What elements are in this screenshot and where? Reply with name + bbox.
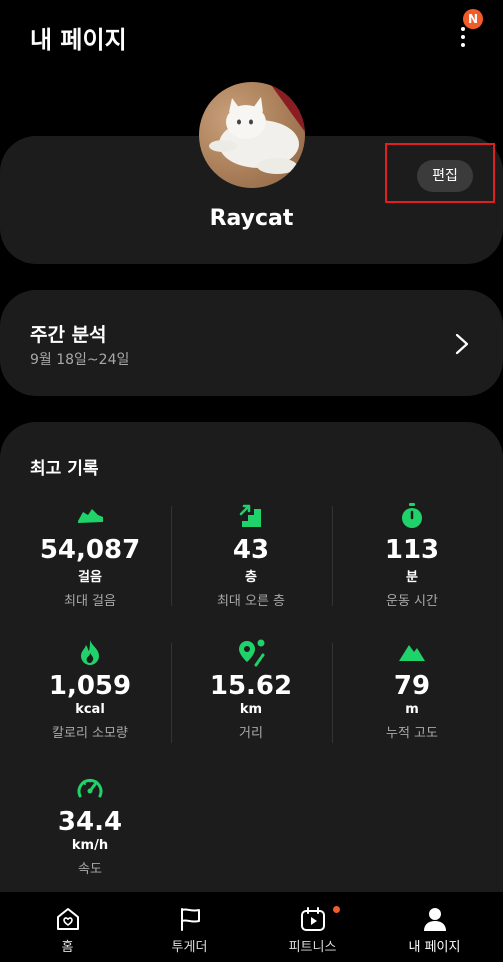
- nav-label: 피트니스: [288, 940, 337, 955]
- avatar-cat-image: [209, 82, 305, 174]
- shoe-icon: [78, 509, 103, 523]
- record-calories[interactable]: 1,059 kcal 칼로리 소모량: [10, 637, 170, 741]
- nav-label: 홈: [61, 940, 74, 955]
- best-records-title: 최고 기록: [30, 459, 99, 479]
- nav-label: 투게더: [171, 940, 208, 955]
- record-distance[interactable]: 15.62 km 거리: [171, 637, 331, 741]
- notification-badge: N: [463, 9, 483, 29]
- record-label: 거리: [239, 726, 263, 741]
- profile-name: Raycat: [209, 206, 294, 231]
- stairs-icon: [239, 504, 261, 527]
- record-value: 113: [384, 535, 440, 565]
- bottom-navigation: 홈 투게더 피트니스 내 페이지: [0, 892, 503, 962]
- stopwatch-icon: [402, 503, 422, 528]
- home-heart-icon: [56, 908, 79, 930]
- flame-icon: [81, 640, 99, 665]
- mountain-icon: [399, 645, 425, 661]
- nav-item-home[interactable]: 홈: [5, 892, 130, 962]
- record-label: 속도: [78, 862, 102, 877]
- record-value: 79: [393, 671, 431, 701]
- nav-item-my-page[interactable]: 내 페이지: [372, 892, 497, 962]
- flag-icon: [180, 908, 200, 931]
- nav-item-together[interactable]: 투게더: [127, 892, 252, 962]
- person-icon: [423, 908, 446, 931]
- chevron-right-icon[interactable]: [452, 332, 472, 356]
- weekly-analysis-range: 9월 18일~24일: [30, 352, 130, 368]
- record-unit: 층: [245, 570, 257, 585]
- nav-item-fitness[interactable]: 피트니스: [250, 892, 375, 962]
- record-value: 15.62: [209, 671, 293, 701]
- edit-profile-button[interactable]: 편집: [417, 160, 473, 192]
- record-unit: km/h: [71, 838, 109, 853]
- record-value: 34.4: [57, 807, 123, 837]
- record-steps[interactable]: 54,087 걸음 최대 걸음: [10, 501, 170, 609]
- record-value: 43: [232, 535, 270, 565]
- record-value: 1,059: [48, 671, 132, 701]
- record-label: 운동 시간: [386, 594, 438, 609]
- record-speed[interactable]: 34.4 km/h 속도: [10, 773, 170, 877]
- record-value: 54,087: [39, 535, 141, 565]
- record-floors[interactable]: 43 층 최대 오른 층: [171, 501, 331, 609]
- speedometer-icon: [77, 778, 103, 798]
- avatar[interactable]: [199, 82, 305, 188]
- weekly-analysis-title: 주간 분석: [30, 324, 107, 346]
- record-label: 누적 고도: [386, 726, 438, 741]
- fitness-play-icon: [300, 907, 325, 931]
- record-label: 최대 걸음: [64, 594, 116, 609]
- record-elevation[interactable]: 79 m 누적 고도: [332, 637, 492, 741]
- more-dot: [461, 35, 465, 39]
- record-unit: km: [239, 702, 263, 717]
- record-label: 최대 오른 층: [216, 594, 286, 609]
- record-unit: 분: [406, 570, 418, 585]
- record-exercise-time[interactable]: 113 분 운동 시간: [332, 501, 492, 609]
- more-dot: [461, 27, 465, 31]
- nav-label: 내 페이지: [408, 940, 461, 955]
- record-unit: 걸음: [78, 570, 102, 585]
- more-dot: [461, 43, 465, 47]
- record-label: 칼로리 소모량: [52, 726, 128, 741]
- fitness-new-dot: [333, 906, 340, 913]
- record-unit: m: [405, 702, 419, 717]
- page-title: 내 페이지: [30, 26, 127, 54]
- record-unit: kcal: [75, 702, 105, 717]
- route-pin-icon: [239, 639, 265, 667]
